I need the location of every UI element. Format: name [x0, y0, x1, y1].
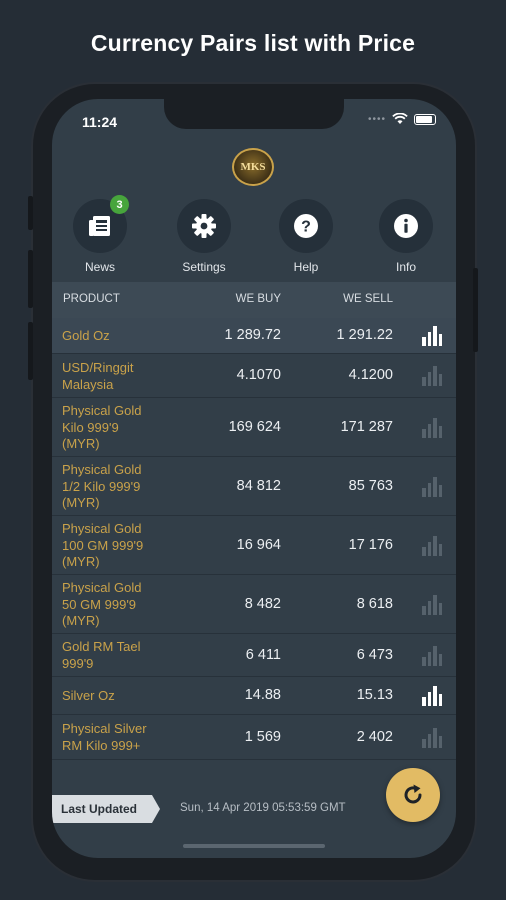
nav-settings-label: Settings: [182, 260, 226, 274]
refresh-icon: [404, 784, 422, 804]
nav-info-circle: [379, 199, 433, 253]
product-name: Physical Gold 1/2 Kilo 999'9 (MYR): [62, 462, 142, 510]
table-row[interactable]: Gold RM Tael 999'9 6 411 6 473: [52, 634, 456, 677]
buy-price: 14.88: [244, 687, 281, 703]
home-indicator: [183, 844, 325, 848]
product-name: Silver Oz: [62, 688, 115, 703]
status-time: 11:24: [82, 114, 118, 130]
table-row[interactable]: Gold Oz 1 289.72 1 291.22: [52, 318, 456, 354]
side-button: [28, 250, 33, 308]
signal-icon: ••••: [367, 113, 386, 125]
nav-news[interactable]: 3 News: [60, 195, 140, 274]
info-icon: [394, 214, 418, 238]
buy-price: 1 569: [244, 729, 281, 745]
buy-price: 84 812: [236, 478, 281, 494]
help-icon: ?: [294, 214, 318, 238]
mks-logo: MKS: [232, 148, 274, 186]
nav-help-circle: ?: [279, 199, 333, 253]
buy-price: 6 411: [245, 647, 281, 663]
chart-icon[interactable]: [422, 595, 444, 615]
nav-settings-circle: [177, 199, 231, 253]
product-name: Physical Gold Kilo 999'9 (MYR): [62, 403, 142, 451]
sell-price: 85 763: [348, 478, 393, 494]
nav-info-label: Info: [395, 260, 416, 274]
chart-icon[interactable]: [422, 326, 444, 346]
buy-price: 169 624: [228, 419, 281, 435]
notification-badge: 3: [110, 195, 129, 214]
side-button: [28, 196, 33, 230]
chart-icon[interactable]: [422, 728, 444, 748]
header-we-buy: WE BUY: [235, 293, 281, 305]
nav-info[interactable]: Info: [366, 199, 446, 274]
sell-price: 17 176: [348, 537, 393, 553]
table-row[interactable]: Physical Silver RM Kilo 999+ 1 569 2 402: [52, 715, 456, 760]
table-row[interactable]: Physical Gold Kilo 999'9 (MYR) 169 624 171…: [52, 398, 456, 457]
product-list: Gold Oz 1 289.72 1 291.22 USD/Ringgit Malay…: [52, 318, 456, 760]
buy-price: 4.1070: [236, 367, 281, 383]
side-button: [473, 268, 478, 352]
product-name: Physical Gold 50 GM 999'9 (MYR): [62, 580, 142, 628]
nav-settings[interactable]: Settings: [164, 199, 244, 274]
table-row[interactable]: Silver Oz 14.88 15.13: [52, 677, 456, 715]
sell-price: 1 291.22: [336, 327, 393, 343]
product-name: USD/Ringgit Malaysia: [62, 360, 134, 392]
top-nav: 3 News Settings ? Help Info: [52, 195, 456, 274]
nav-news-label: News: [84, 260, 115, 274]
last-updated-label: Last Updated: [52, 795, 160, 823]
buy-price: 8 482: [244, 596, 281, 612]
nav-help-label: Help: [293, 260, 319, 274]
header-product: PRODUCT: [63, 293, 120, 305]
sell-price: 171 287: [340, 419, 393, 435]
refresh-button[interactable]: [386, 768, 440, 822]
battery-icon: [414, 113, 436, 125]
sell-price: 4.1200: [348, 367, 393, 383]
header-we-sell: WE SELL: [343, 293, 393, 305]
chart-icon[interactable]: [422, 646, 444, 666]
news-icon: [89, 216, 110, 236]
buy-price: 1 289.72: [224, 327, 281, 343]
chart-icon[interactable]: [422, 686, 444, 706]
buy-price: 16 964: [236, 537, 281, 553]
gear-icon: [192, 214, 216, 238]
product-name: Gold RM Tael 999'9: [62, 639, 141, 671]
notch: [164, 99, 344, 129]
last-updated-time: Sun, 14 Apr 2019 05:53:59 GMT: [180, 802, 346, 814]
app-screen: 11:24 •••• MKS 3 News Settings ? Help In…: [52, 99, 456, 858]
sell-price: 15.13: [356, 687, 393, 703]
table-row[interactable]: Physical Gold 50 GM 999'9 (MYR) 8 482 8 61…: [52, 575, 456, 634]
table-row[interactable]: Physical Gold 100 GM 999'9 (MYR) 16 964 17…: [52, 516, 456, 575]
product-name: Physical Gold 100 GM 999'9 (MYR): [62, 521, 144, 569]
table-row[interactable]: USD/Ringgit Malaysia 4.1070 4.1200: [52, 354, 456, 398]
table-row[interactable]: Physical Gold 1/2 Kilo 999'9 (MYR) 84 812…: [52, 457, 456, 516]
side-button: [28, 322, 33, 380]
wifi-icon: [392, 113, 408, 124]
status-icons: ••••: [368, 113, 436, 125]
nav-news-circle: 3: [73, 195, 129, 253]
chart-icon[interactable]: [422, 366, 444, 386]
chart-icon[interactable]: [422, 418, 444, 438]
product-name: Gold Oz: [62, 328, 110, 343]
svg-text:?: ?: [301, 219, 311, 236]
nav-help[interactable]: ? Help: [266, 199, 346, 274]
table-header: PRODUCT WE BUY WE SELL: [52, 282, 456, 318]
sell-price: 8 618: [356, 596, 393, 612]
sell-price: 2 402: [356, 729, 393, 745]
product-name: Physical Silver RM Kilo 999+: [62, 721, 147, 753]
sell-price: 6 473: [356, 647, 393, 663]
chart-icon[interactable]: [422, 536, 444, 556]
chart-icon[interactable]: [422, 477, 444, 497]
page-headline: Currency Pairs list with Price: [90, 30, 416, 56]
